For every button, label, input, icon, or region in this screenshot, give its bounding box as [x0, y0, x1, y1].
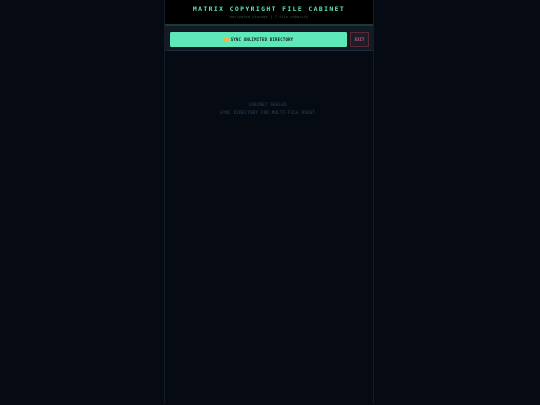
status-message: CABINET SEALED. SYNC DIRECTORY FOR MULTI…	[165, 101, 373, 116]
sync-button-label: SYNC UNLIMITED DIRECTORY	[230, 37, 294, 42]
app-subtitle: encrypted storage | 7-file capacity	[229, 15, 309, 19]
status-line-hint: SYNC DIRECTORY FOR MULTI-FILE ROOST.	[220, 109, 318, 115]
status-line-sealed: CABINET SEALED.	[248, 102, 290, 107]
sync-directory-button[interactable]: SYNC UNLIMITED DIRECTORY	[170, 32, 347, 47]
folder-icon	[223, 36, 229, 42]
toolbar: SYNC UNLIMITED DIRECTORY EXIT	[165, 26, 373, 51]
app-title: MATRIX COPYRIGHT FILE CABINET	[192, 5, 346, 13]
file-cabinet-panel: MATRIX COPYRIGHT FILE CABINET encrypted …	[164, 0, 374, 404]
app-header: MATRIX COPYRIGHT FILE CABINET encrypted …	[165, 0, 373, 26]
app-window: MATRIX COPYRIGHT FILE CABINET encrypted …	[0, 0, 540, 405]
exit-button-label: EXIT	[354, 37, 365, 42]
exit-button[interactable]: EXIT	[350, 32, 369, 47]
